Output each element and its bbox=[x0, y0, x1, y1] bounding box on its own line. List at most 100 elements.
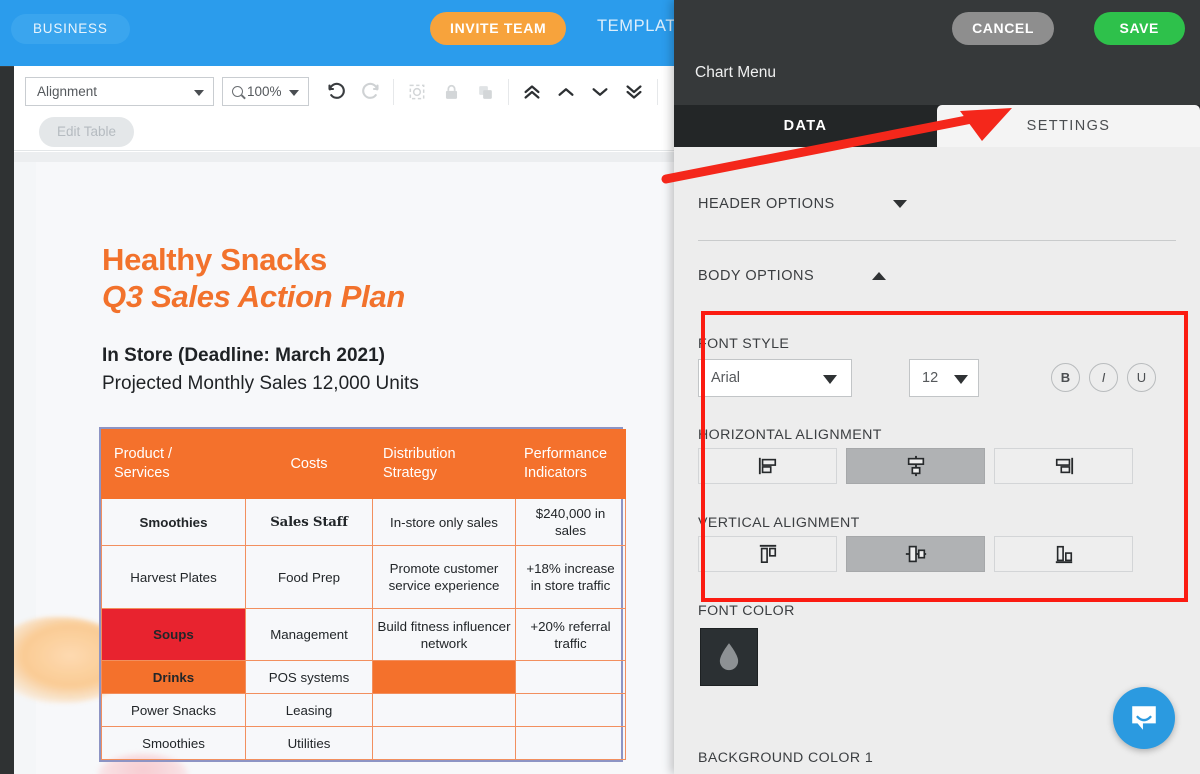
document-subheading[interactable]: Projected Monthly Sales 12,000 Units bbox=[102, 373, 419, 395]
move-up-icon[interactable] bbox=[549, 76, 583, 108]
header-line: Performance bbox=[524, 446, 608, 463]
table-cell[interactable]: Smoothies bbox=[101, 726, 246, 761]
crop-icon[interactable] bbox=[400, 76, 434, 108]
table-cell[interactable]: $240,000 in sales bbox=[515, 497, 626, 547]
table-cell[interactable]: Promote customer service experience bbox=[372, 545, 516, 610]
table-cell[interactable]: Sales Staff bbox=[245, 497, 373, 547]
table-cell[interactable] bbox=[372, 660, 516, 695]
redo-icon[interactable] bbox=[353, 76, 387, 108]
body-options-section-toggle[interactable]: BODY OPTIONS bbox=[698, 264, 1176, 288]
undo-icon[interactable] bbox=[319, 76, 353, 108]
column-header-performance[interactable]: Performance Indicators bbox=[515, 429, 626, 499]
column-header-product[interactable]: Product / Services bbox=[101, 429, 246, 499]
move-to-front-icon[interactable] bbox=[515, 76, 549, 108]
underline-button[interactable]: U bbox=[1127, 363, 1156, 392]
align-center-button[interactable] bbox=[846, 448, 985, 484]
table-cell[interactable] bbox=[515, 726, 626, 761]
column-header-distribution[interactable]: Distribution Strategy bbox=[372, 429, 516, 499]
move-to-back-icon[interactable] bbox=[617, 76, 651, 108]
app-root: BUSINESS INVITE TEAM TEMPLATES Alignment… bbox=[0, 0, 1200, 774]
table-row[interactable]: Smoothies Utilities bbox=[101, 726, 626, 761]
align-left-button[interactable] bbox=[698, 448, 837, 484]
business-badge[interactable]: BUSINESS bbox=[11, 14, 130, 44]
table-cell[interactable] bbox=[515, 693, 626, 728]
alignment-dropdown[interactable]: Alignment bbox=[25, 77, 214, 106]
body-options-label: BODY OPTIONS bbox=[698, 268, 815, 284]
table-header-row: Product / Services Costs Distribution St… bbox=[101, 429, 626, 499]
table-row[interactable]: Smoothies Sales Staff In-store only sales $… bbox=[101, 497, 626, 547]
toolbar-divider bbox=[657, 79, 658, 105]
toolbar-icon-group bbox=[319, 76, 711, 108]
document-page: Healthy Snacks Q3 Sales Action Plan In S… bbox=[14, 162, 676, 774]
document-heading[interactable]: In Store (Deadline: March 2021) bbox=[102, 345, 385, 367]
table-cell[interactable]: Leasing bbox=[245, 693, 373, 728]
align-top-button[interactable] bbox=[698, 536, 837, 572]
align-right-button[interactable] bbox=[994, 448, 1133, 484]
panel-tab-bar: DATA SETTINGS bbox=[674, 105, 1200, 147]
table-row[interactable]: Drinks POS systems bbox=[101, 660, 626, 695]
table-row[interactable]: Harvest Plates Food Prep Promote customer … bbox=[101, 545, 626, 610]
left-rail bbox=[0, 66, 14, 774]
bold-button[interactable]: B bbox=[1051, 363, 1080, 392]
table-cell[interactable]: Soups bbox=[101, 608, 246, 662]
font-style-label: FONT STYLE bbox=[698, 336, 790, 352]
align-bottom-icon bbox=[1055, 545, 1072, 564]
align-top-icon bbox=[759, 544, 776, 563]
zoom-dropdown[interactable]: 100% bbox=[222, 77, 309, 106]
vertical-alignment-label: VERTICAL ALIGNMENT bbox=[698, 515, 860, 531]
font-family-select[interactable]: Arial bbox=[698, 359, 852, 397]
column-header-costs[interactable]: Costs bbox=[245, 429, 373, 499]
tab-data[interactable]: DATA bbox=[674, 105, 937, 147]
document-subtitle[interactable]: Q3 Sales Action Plan bbox=[102, 279, 405, 315]
table-cell[interactable]: +18% increase in store traffic bbox=[515, 545, 626, 610]
panel-title: Chart Menu bbox=[695, 64, 776, 81]
chart-menu-panel: CANCEL SAVE Chart Menu DATA SETTINGS HEA… bbox=[674, 0, 1200, 774]
font-size-select[interactable]: 12 bbox=[909, 359, 979, 397]
table-cell[interactable]: Management bbox=[245, 608, 373, 662]
plan-table[interactable]: Product / Services Costs Distribution St… bbox=[101, 429, 626, 761]
table-cell[interactable] bbox=[372, 693, 516, 728]
table-cell[interactable]: Utilities bbox=[245, 726, 373, 761]
font-color-label: FONT COLOR bbox=[698, 603, 795, 619]
italic-button[interactable]: I bbox=[1089, 363, 1118, 392]
table-cell[interactable]: Harvest Plates bbox=[101, 545, 246, 610]
table-cell[interactable]: POS systems bbox=[245, 660, 373, 695]
invite-team-button[interactable]: INVITE TEAM bbox=[430, 12, 567, 45]
table-cell[interactable]: Power Snacks bbox=[101, 693, 246, 728]
header-line: Indicators bbox=[524, 465, 587, 481]
font-size-value: 12 bbox=[922, 370, 939, 386]
lock-icon[interactable] bbox=[434, 76, 468, 108]
chat-bubble-icon[interactable] bbox=[1113, 687, 1175, 749]
save-button[interactable]: SAVE bbox=[1093, 12, 1185, 45]
duplicate-icon[interactable] bbox=[468, 76, 502, 108]
cancel-button[interactable]: CANCEL bbox=[952, 12, 1054, 45]
tab-settings[interactable]: SETTINGS bbox=[937, 105, 1200, 147]
header-line: Strategy bbox=[383, 465, 437, 481]
move-down-icon[interactable] bbox=[583, 76, 617, 108]
table-cell[interactable]: Food Prep bbox=[245, 545, 373, 610]
table-row[interactable]: Power Snacks Leasing bbox=[101, 693, 626, 728]
table-cell[interactable]: +20% referral traffic bbox=[515, 608, 626, 662]
table-cell[interactable]: Build fitness influencer network bbox=[372, 608, 516, 662]
font-color-swatch[interactable] bbox=[700, 628, 758, 686]
chevron-down-icon bbox=[194, 90, 204, 96]
panel-header: CANCEL SAVE Chart Menu bbox=[674, 0, 1200, 105]
header-line: Services bbox=[114, 465, 170, 481]
background-color-1-label: BACKGROUND COLOR 1 bbox=[698, 750, 874, 766]
table-cell[interactable] bbox=[372, 726, 516, 761]
document-title[interactable]: Healthy Snacks bbox=[102, 242, 327, 278]
plan-table-wrapper[interactable]: Product / Services Costs Distribution St… bbox=[99, 427, 626, 763]
table-row[interactable]: Soups Management Build fitness influencer … bbox=[101, 608, 626, 662]
chevron-down-icon bbox=[823, 375, 837, 384]
table-cell[interactable] bbox=[515, 660, 626, 695]
align-middle-button[interactable] bbox=[846, 536, 985, 572]
font-family-value: Arial bbox=[711, 370, 741, 386]
edit-table-button[interactable]: Edit Table bbox=[39, 117, 135, 147]
align-bottom-button[interactable] bbox=[994, 536, 1133, 572]
table-cell[interactable]: Smoothies bbox=[101, 497, 246, 547]
table-cell[interactable]: Drinks bbox=[101, 660, 246, 695]
header-options-section-toggle[interactable]: HEADER OPTIONS bbox=[698, 192, 1176, 216]
chevron-up-icon bbox=[872, 272, 887, 280]
table-cell[interactable]: In-store only sales bbox=[372, 497, 516, 547]
header-line: Costs bbox=[290, 455, 328, 472]
